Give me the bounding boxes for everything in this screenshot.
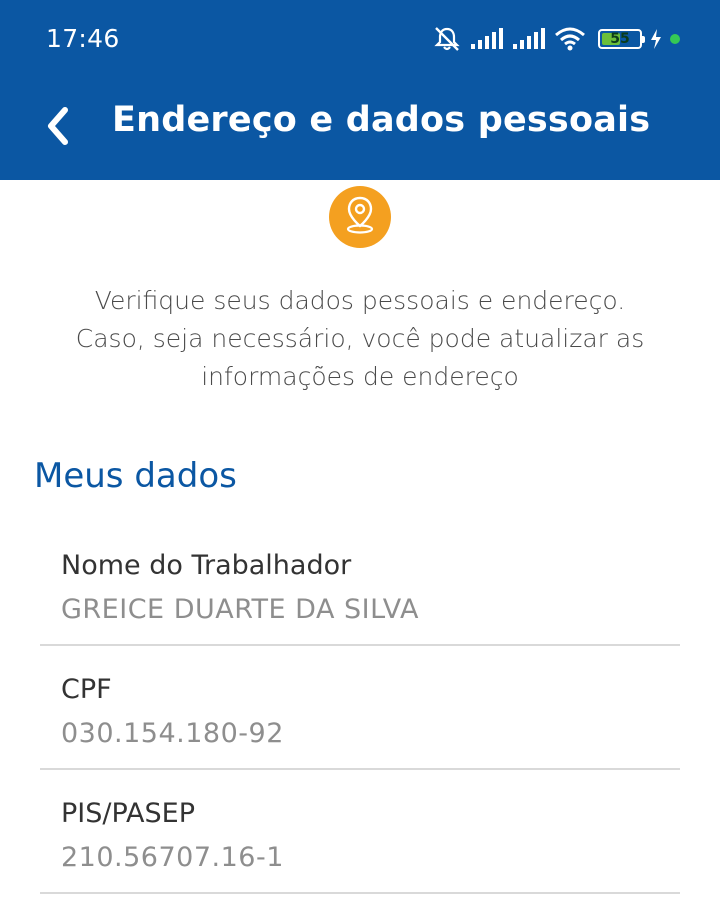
field-label: CPF — [61, 674, 112, 705]
section-title: Meus dados — [34, 456, 237, 496]
field-value: 210.56707.16-1 — [61, 842, 284, 873]
field-value: 030.154.180-92 — [61, 718, 284, 749]
page-title: Endereço e dados pessoais — [112, 100, 651, 140]
location-badge — [329, 186, 391, 248]
field-cpf: CPF 030.154.180-92 — [40, 646, 680, 770]
battery-level: 55 — [610, 31, 630, 47]
app-bar: Endereço e dados pessoais — [0, 80, 720, 180]
field-pis-pasep: PIS/PASEP 210.56707.16-1 — [40, 770, 680, 894]
intro-text: Verifique seus dados pessoais e endereço… — [40, 282, 680, 396]
back-button[interactable] — [30, 100, 86, 156]
chevron-left-icon — [43, 106, 73, 150]
field-label: PIS/PASEP — [61, 798, 195, 829]
status-time: 17:46 — [46, 24, 120, 53]
field-label: Nome do Trabalhador — [61, 550, 352, 581]
intro-line-1: Verifique seus dados pessoais e endereço… — [94, 286, 626, 315]
status-dot-icon — [670, 34, 680, 44]
field-value: GREICE DUARTE DA SILVA — [61, 594, 419, 625]
charging-icon — [650, 29, 662, 49]
status-bar: 17:46 55 — [0, 0, 720, 80]
location-pin-icon — [342, 195, 378, 239]
field-worker-name: Nome do Trabalhador GREICE DUARTE DA SIL… — [40, 522, 680, 646]
signal-icon — [470, 28, 504, 50]
intro-line-2: Caso, seja necessário, você pode atualiz… — [75, 324, 645, 353]
muted-bell-icon — [432, 26, 462, 52]
intro-line-3: informações de endereço — [201, 362, 519, 391]
wifi-icon — [554, 27, 586, 51]
signal-icon — [512, 28, 546, 50]
status-icons: 55 — [432, 22, 680, 56]
battery-icon: 55 — [598, 29, 645, 49]
